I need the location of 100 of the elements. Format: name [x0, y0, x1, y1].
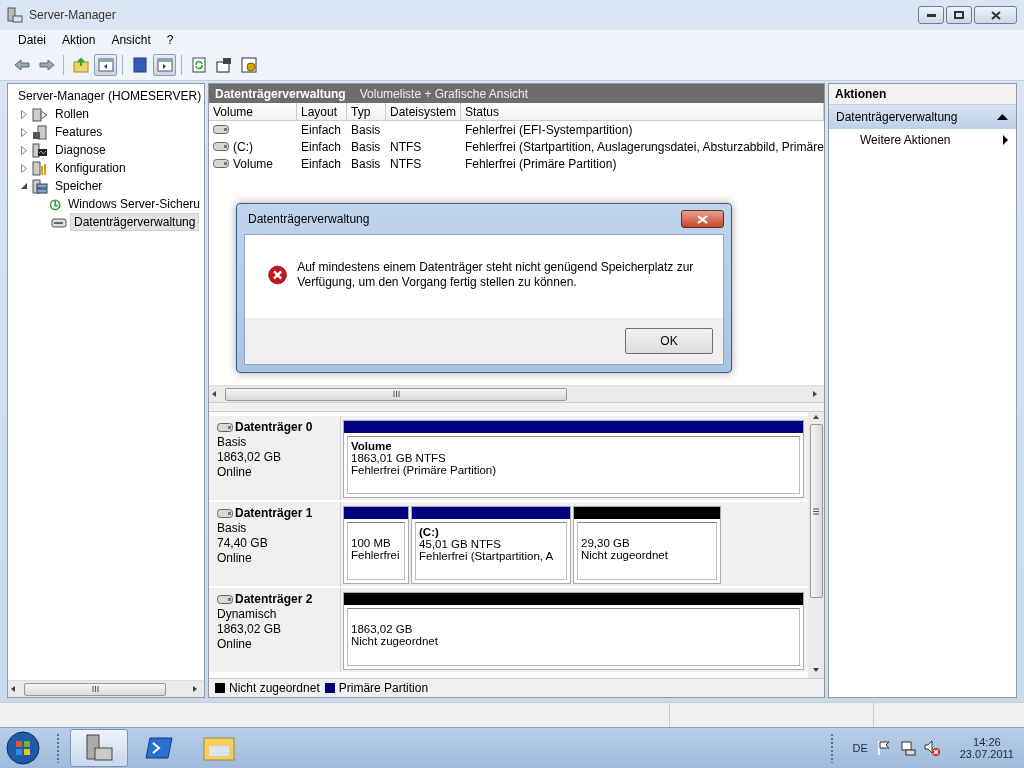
partition-status: Nicht zugeordnet: [351, 635, 439, 647]
tree-pane-icon: [97, 57, 114, 73]
minimize-icon: [926, 13, 936, 17]
tree-item[interactable]: Konfiguration: [51, 159, 130, 177]
table-cell: Basis: [351, 156, 381, 171]
table-cell: Einfach: [301, 122, 342, 137]
scroll-thumb[interactable]: [24, 682, 166, 696]
partition-status: Nicht zugeordnet: [581, 549, 669, 561]
menu-item[interactable]: Aktion: [54, 31, 104, 49]
tree-item[interactable]: Diagnose: [51, 141, 110, 159]
menu-item[interactable]: Datei: [10, 31, 54, 49]
menu-item[interactable]: ?: [158, 31, 182, 49]
partition-status: Fehlerfrei (Primäre Partition): [351, 464, 498, 476]
ok-button[interactable]: OK: [625, 328, 713, 354]
column-header[interactable]: Status: [461, 103, 824, 121]
scrollbar[interactable]: [808, 412, 824, 678]
start-orb-icon: [6, 731, 40, 765]
drive-icon: [213, 159, 229, 168]
folder-icon: [203, 734, 235, 762]
legend-label: Nicht zugeordnet: [229, 681, 320, 695]
column-header[interactable]: Volume: [209, 103, 297, 121]
scroll-thumb[interactable]: [809, 424, 823, 598]
tree-item[interactable]: Datenträgerverwaltung: [70, 213, 200, 231]
column-header[interactable]: Layout: [297, 103, 347, 121]
column-header[interactable]: Typ: [347, 103, 386, 121]
disk-name: Datenträger 0: [217, 420, 340, 434]
disk-name: Datenträger 1: [217, 506, 340, 520]
table-cell: Einfach: [301, 156, 342, 171]
partition-status: Fehlerfrei (Startpartition, A: [419, 550, 555, 562]
app-icon: [7, 7, 23, 23]
roles-icon: [32, 106, 48, 122]
folder-up-icon: [72, 57, 89, 73]
drive-icon: [213, 142, 229, 151]
features-icon: [32, 124, 48, 140]
network-icon[interactable]: [899, 740, 916, 756]
scroll-thumb[interactable]: [225, 387, 567, 401]
language-indicator[interactable]: DE: [852, 742, 868, 754]
diagnose-icon: [32, 142, 48, 158]
partition[interactable]: (C:) 45,01 GB NTFS Fehlerfrei (Startpartition, A: [411, 506, 571, 584]
scrollbar[interactable]: [209, 385, 824, 402]
expand-icon[interactable]: [21, 145, 27, 155]
table-cell: (C:): [233, 139, 253, 154]
action-label: Weitere Aktionen: [860, 133, 951, 147]
partition-size: 45,01 GB NTFS: [419, 538, 502, 550]
table-cell: Fehlerfrei (EFI-Systempartition): [465, 122, 633, 137]
expand-icon[interactable]: [21, 163, 27, 173]
flag-icon[interactable]: [875, 740, 892, 756]
tree-item[interactable]: Server-Manager (HOMESERVER): [14, 87, 204, 105]
close-icon: [990, 10, 1001, 20]
speaker-muted-icon[interactable]: [923, 740, 940, 756]
partition-status: Fehlerfrei: [351, 549, 401, 561]
dialog-message: Auf mindestens einem Datenträger steht nicht genügend Speicherplatz zur Verfügung, um den Vorgang fertig stellen zu können.: [297, 260, 695, 290]
maximize-button[interactable]: [946, 6, 972, 24]
legend-label: Primäre Partition: [338, 681, 429, 695]
submenu-arrow-icon: [1003, 135, 1008, 145]
tree-item[interactable]: Features: [51, 123, 107, 141]
partition-size: 1863,01 GB NTFS: [351, 452, 447, 464]
partition[interactable]: 1863,02 GB Nicht zugeordnet: [343, 592, 804, 670]
scrollbar[interactable]: [8, 680, 204, 697]
refresh-icon: [190, 57, 207, 73]
panel-subtitle: Volumeliste + Grafische Ansicht: [359, 86, 529, 101]
partition-name: (C:): [419, 526, 440, 538]
partition[interactable]: 29,30 GB Nicht zugeordnet: [573, 506, 721, 584]
disk-size: 1863,02 GB: [217, 622, 283, 636]
table-cell: Basis: [351, 122, 381, 137]
minimize-button[interactable]: [918, 6, 944, 24]
tree-item[interactable]: Rollen: [51, 105, 94, 123]
expand-icon[interactable]: [21, 109, 27, 119]
disk-name: Datenträger 2: [217, 592, 340, 606]
partition-size: 29,30 GB: [581, 537, 631, 549]
collapse-icon[interactable]: [20, 182, 28, 190]
close-button[interactable]: [681, 210, 724, 228]
action-item[interactable]: Weitere Aktionen: [829, 129, 1016, 151]
close-button[interactable]: [974, 6, 1017, 24]
tree-item[interactable]: Windows Server-Sicheru: [63, 195, 204, 213]
expand-icon[interactable]: [21, 127, 27, 137]
maximize-icon: [954, 11, 964, 19]
close-icon: [697, 214, 708, 224]
tree-item[interactable]: Speicher: [51, 177, 107, 195]
clock[interactable]: 14:26 23.07.2011: [959, 736, 1014, 760]
disk-size: 1863,02 GB: [217, 450, 283, 464]
taskbar-app[interactable]: [70, 729, 128, 767]
partition[interactable]: Volume 1863,01 GB NTFS Fehlerfrei (Primäre Partition): [343, 420, 804, 498]
window-title: Server-Manager: [29, 8, 116, 22]
back-arrow-icon: [13, 57, 30, 73]
forward-arrow-icon: [38, 57, 55, 73]
partition-size: 100 MB: [351, 537, 392, 549]
table-cell: NTFS: [390, 156, 422, 171]
partition[interactable]: 100 MB Fehlerfrei: [343, 506, 409, 584]
collapse-icon: [997, 114, 1008, 120]
disk-type: Basis: [217, 521, 248, 535]
table-cell: Fehlerfrei (Primäre Partition): [465, 156, 617, 171]
actions-section[interactable]: Datenträgerverwaltung: [829, 105, 1016, 129]
partition-size: 1863,02 GB: [351, 623, 414, 635]
table-cell: Basis: [351, 139, 381, 154]
disk-status: Online: [217, 637, 253, 651]
panel-title: Datenträgerverwaltung: [215, 86, 346, 101]
action-pane-icon: [156, 57, 173, 73]
menu-item[interactable]: Ansicht: [103, 31, 159, 49]
column-header[interactable]: Dateisystem: [386, 103, 461, 121]
